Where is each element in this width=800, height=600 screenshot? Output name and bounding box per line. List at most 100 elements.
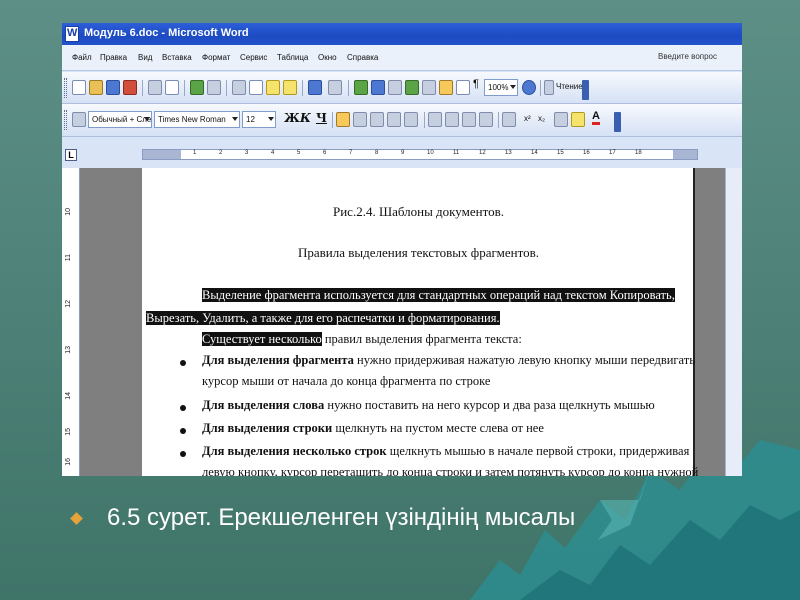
align-left-icon[interactable] xyxy=(336,112,350,127)
underline-button[interactable]: Ч xyxy=(316,111,327,125)
copy-icon[interactable] xyxy=(249,80,263,95)
help-icon[interactable] xyxy=(522,80,536,95)
list-item: Для выделения несколько строк щелкнуть м… xyxy=(202,444,690,458)
justify-icon[interactable] xyxy=(387,112,401,127)
increase-indent-icon[interactable] xyxy=(479,112,493,127)
selected-text[interactable]: Вырезать, Удалить, а также для его распе… xyxy=(146,311,500,326)
italic-button[interactable]: К xyxy=(300,111,311,125)
decrease-indent-icon[interactable] xyxy=(462,112,476,127)
separator xyxy=(498,112,499,128)
ruler-tick: 10 xyxy=(65,208,72,216)
ruler-tick: 12 xyxy=(479,150,486,156)
open-folder-icon[interactable] xyxy=(89,80,103,95)
ruler-tick: 11 xyxy=(65,254,72,262)
formatting-toolbar: Обычный + Сле Times New Roman 12 Ж К Ч x… xyxy=(62,104,742,137)
insert-excel-icon[interactable] xyxy=(405,80,419,95)
ruler-tick: 13 xyxy=(505,150,512,156)
paste-icon[interactable] xyxy=(266,80,280,95)
toolbar-grip[interactable] xyxy=(64,78,67,98)
toolbar-options-icon[interactable] xyxy=(582,80,589,100)
ruler-tick: 1 xyxy=(193,150,197,156)
font-color-icon[interactable]: A xyxy=(592,110,600,125)
ruler-tick: 7 xyxy=(349,150,353,156)
horizontal-ruler[interactable]: 1 2 3 4 5 6 7 8 9 10 11 12 13 14 15 16 1… xyxy=(142,149,698,160)
menu-edit[interactable]: Правка xyxy=(100,53,127,62)
superscript-icon[interactable]: x² xyxy=(524,114,531,123)
menu-format[interactable]: Формат xyxy=(202,53,230,62)
borders-icon[interactable] xyxy=(502,112,516,127)
menu-tools[interactable]: Сервис xyxy=(240,53,267,62)
chevron-down-icon xyxy=(268,117,274,121)
spelling-icon[interactable] xyxy=(190,80,204,95)
font-size-select[interactable]: 12 xyxy=(242,111,276,128)
toolbar-options-icon[interactable] xyxy=(614,112,621,132)
menu-table[interactable]: Таблица xyxy=(277,53,308,62)
numbering-icon[interactable] xyxy=(428,112,442,127)
document-map-icon[interactable] xyxy=(456,80,470,95)
format-painter-icon[interactable] xyxy=(283,80,297,95)
new-document-icon[interactable] xyxy=(72,80,86,95)
ruler-tick: 8 xyxy=(375,150,379,156)
columns-icon[interactable] xyxy=(422,80,436,95)
standard-toolbar: ¶ 100% Чтение xyxy=(62,72,742,104)
cut-icon[interactable] xyxy=(232,80,246,95)
document-page[interactable]: Рис.2.4. Шаблоны документов. Правила выд… xyxy=(142,168,698,476)
font-select[interactable]: Times New Roman xyxy=(154,111,240,128)
separator xyxy=(302,80,303,96)
ruler-tick: 15 xyxy=(557,150,564,156)
print-icon[interactable] xyxy=(148,80,162,95)
save-icon[interactable] xyxy=(106,80,120,95)
toolbar-grip[interactable] xyxy=(64,110,67,130)
show-formatting-icon[interactable]: ¶ xyxy=(473,78,479,90)
styles-formatting-icon[interactable] xyxy=(72,112,86,127)
line-spacing-icon[interactable] xyxy=(404,112,418,127)
style-select[interactable]: Обычный + Сле xyxy=(88,111,152,128)
window-title: Модуль 6.doc - Microsoft Word xyxy=(84,27,249,39)
ask-question-box[interactable]: Введите вопрос xyxy=(658,52,717,61)
list-item: Для выделения фрагмента нужно придержива… xyxy=(202,353,695,367)
bullet-point xyxy=(180,360,186,366)
align-center-icon[interactable] xyxy=(353,112,367,127)
ruler-tick: 3 xyxy=(245,150,249,156)
insert-symbol-icon[interactable] xyxy=(554,112,568,127)
bold-button[interactable]: Ж xyxy=(284,111,300,125)
ruler-tick: 4 xyxy=(271,150,275,156)
separator xyxy=(540,80,541,96)
tab-selector[interactable]: L xyxy=(65,149,77,161)
subscript-icon[interactable]: x₂ xyxy=(538,114,545,123)
selected-text[interactable]: Существует несколько xyxy=(202,332,322,346)
tables-borders-icon[interactable] xyxy=(371,80,385,95)
ruler-tick: 17 xyxy=(609,150,616,156)
ruler-tick: 11 xyxy=(453,150,460,156)
separator xyxy=(348,80,349,96)
selected-text[interactable]: Выделение фрагмента используется для ста… xyxy=(202,288,675,303)
ruler-tick: 14 xyxy=(531,150,538,156)
menu-view[interactable]: Вид xyxy=(138,53,152,62)
drawing-icon[interactable] xyxy=(439,80,453,95)
redo-icon[interactable] xyxy=(328,80,342,95)
align-right-icon[interactable] xyxy=(370,112,384,127)
word-screenshot: Модуль 6.doc - Microsoft Word Файл Правк… xyxy=(62,23,742,476)
ruler-tick: 10 xyxy=(427,150,434,156)
print-preview-icon[interactable] xyxy=(165,80,179,95)
menu-insert[interactable]: Вставка xyxy=(162,53,192,62)
menu-file[interactable]: Файл xyxy=(72,53,92,62)
bullets-icon[interactable] xyxy=(445,112,459,127)
menu-help[interactable]: Справка xyxy=(347,53,378,62)
list-item-cont: курсор мыши от начала до конца фрагмента… xyxy=(202,374,491,388)
permission-icon[interactable] xyxy=(123,80,137,95)
ruler-tick: 13 xyxy=(65,346,72,354)
word-app-icon[interactable] xyxy=(65,26,79,42)
research-icon[interactable] xyxy=(207,80,221,95)
vertical-ruler[interactable]: 10 11 12 13 14 15 16 xyxy=(62,168,80,476)
insert-table-icon[interactable] xyxy=(388,80,402,95)
hyperlink-icon[interactable] xyxy=(354,80,368,95)
zoom-select[interactable]: 100% xyxy=(484,79,518,96)
separator xyxy=(226,80,227,96)
reading-layout-button[interactable]: Чтение xyxy=(556,82,583,91)
undo-icon[interactable] xyxy=(308,80,322,95)
vertical-scrollbar[interactable] xyxy=(725,168,742,476)
menu-window[interactable]: Окно xyxy=(318,53,337,62)
separator xyxy=(142,80,143,96)
highlight-icon[interactable] xyxy=(571,112,585,127)
